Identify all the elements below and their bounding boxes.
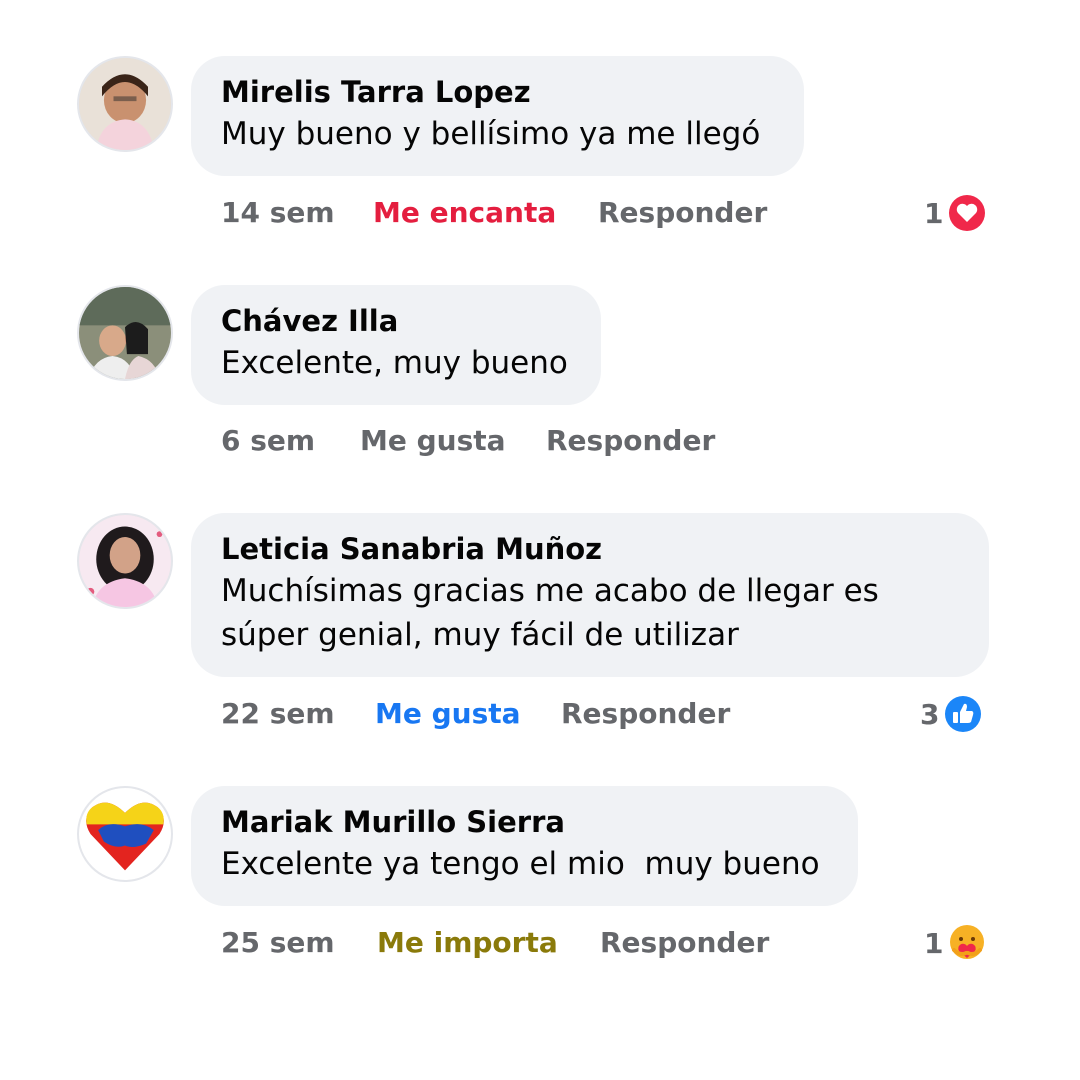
reaction-count[interactable]: 3 [920,692,984,736]
like-icon [943,694,984,734]
reaction-button[interactable]: Me importa [377,926,558,959]
reply-button[interactable]: Responder [546,424,715,457]
comment-text: Muchísimas gracias me acabo de llegar es… [221,573,879,653]
comment-text: Excelente, muy bueno [221,345,568,381]
comment-time[interactable]: 14 sem [221,196,335,229]
comment-text: Excelente ya tengo el mio muy bueno [221,846,820,882]
comment-time[interactable]: 22 sem [221,697,335,730]
comment-text: Muy bueno y bellísimo ya me llegó [221,116,761,152]
comment-time[interactable]: 6 sem [221,424,315,457]
reaction-count[interactable]: 1 [924,191,988,235]
reaction-button[interactable]: Me encanta [373,196,556,229]
reply-button[interactable]: Responder [561,697,730,730]
reaction-button[interactable]: Me gusta [375,697,521,730]
avatar[interactable] [77,285,173,381]
reaction-button[interactable]: Me gusta [360,424,506,457]
avatar[interactable] [77,513,173,609]
reaction-count-number: 1 [924,926,944,960]
love-icon [947,193,988,233]
reaction-count[interactable]: 1 [924,921,988,965]
care-icon [947,923,988,963]
avatar[interactable] [77,56,173,152]
reply-button[interactable]: Responder [600,926,769,959]
comment-time[interactable]: 25 sem [221,926,335,959]
comment-author[interactable]: Leticia Sanabria Muñoz [221,531,959,567]
comment-author[interactable]: Mirelis Tarra Lopez [221,74,774,110]
avatar[interactable] [77,786,173,882]
reply-button[interactable]: Responder [598,196,767,229]
comment-bubble: Chávez Illa Excelente, muy bueno [191,285,601,405]
comment-bubble: Leticia Sanabria Muñoz Muchísimas gracia… [191,513,989,677]
comment-author[interactable]: Chávez Illa [221,303,571,339]
comment-author[interactable]: Mariak Murillo Sierra [221,804,828,840]
reaction-count-number: 1 [924,196,944,230]
comment-bubble: Mirelis Tarra Lopez Muy bueno y bellísim… [191,56,804,176]
comment-bubble: Mariak Murillo Sierra Excelente ya tengo… [191,786,858,906]
reaction-count-number: 3 [920,697,940,731]
